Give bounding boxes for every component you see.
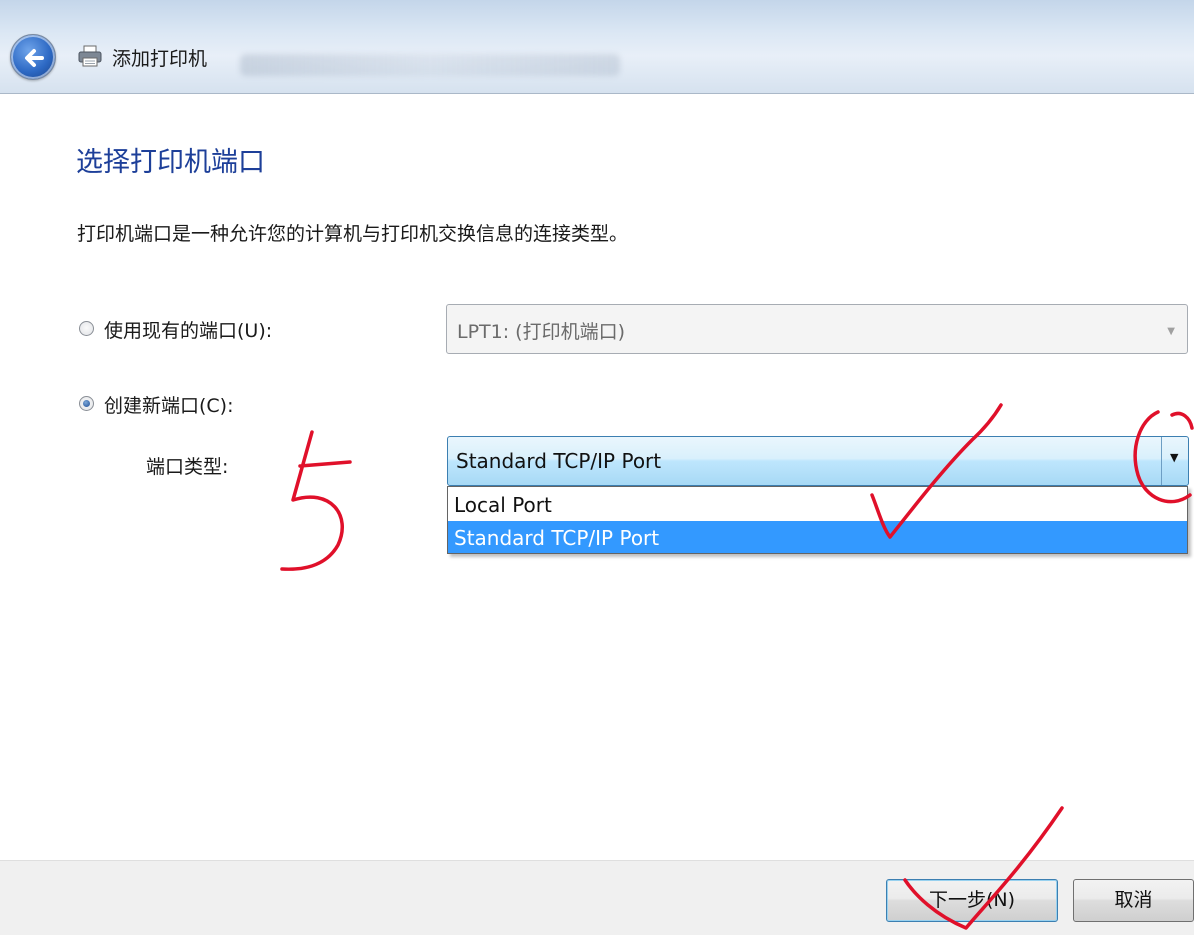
existing-port-select[interactable]: LPT1: (打印机端口) ▼ [446, 304, 1188, 354]
next-button[interactable]: 下一步(N) [886, 879, 1058, 922]
title-bar-background-blur [240, 54, 620, 76]
dropdown-option-standard-tcp-ip-port[interactable]: Standard TCP/IP Port [448, 521, 1187, 553]
port-type-label: 端口类型: [146, 456, 229, 478]
dropdown-option-label: Standard TCP/IP Port [454, 526, 660, 550]
page-heading: 选择打印机端口 [76, 147, 265, 178]
back-button[interactable] [10, 34, 56, 80]
title-bar: 添加打印机 [0, 0, 1194, 94]
existing-port-value: LPT1: (打印机端口) [457, 321, 626, 343]
dropdown-option-label: Local Port [454, 493, 552, 517]
window-title: 添加打印机 [112, 48, 208, 70]
back-arrow-icon [25, 49, 44, 67]
port-type-dropdown-button[interactable]: ▼ [1161, 437, 1188, 485]
dropdown-option-local-port[interactable]: Local Port [448, 488, 1187, 520]
chevron-down-icon: ▼ [1167, 326, 1175, 337]
new-port-label[interactable]: 创建新端口(C): [104, 391, 234, 418]
port-type-value: Standard TCP/IP Port [456, 449, 662, 473]
chevron-down-icon: ▼ [1170, 451, 1179, 464]
printer-icon [78, 45, 102, 67]
cancel-button[interactable]: 取消 [1073, 879, 1194, 922]
annotation-number-five [280, 430, 352, 571]
port-type-dropdown-list: Local Port Standard TCP/IP Port [447, 486, 1188, 554]
new-port-radio[interactable] [79, 396, 94, 411]
existing-port-radio[interactable] [79, 321, 94, 336]
existing-port-label[interactable]: 使用现有的端口(U): [104, 316, 272, 343]
port-type-select[interactable]: Standard TCP/IP Port ▼ [447, 436, 1189, 486]
page-description: 打印机端口是一种允许您的计算机与打印机交换信息的连接类型。 [77, 223, 629, 245]
